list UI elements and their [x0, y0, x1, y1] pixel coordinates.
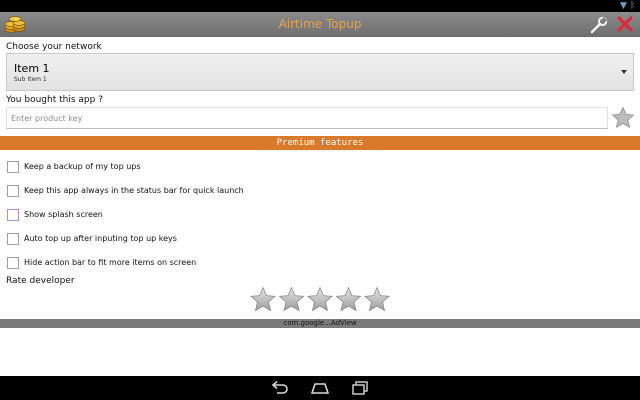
- option-label: Keep this app always in the status bar f…: [24, 186, 244, 195]
- back-icon[interactable]: [270, 379, 290, 397]
- network-selected-title: Item 1: [14, 62, 50, 75]
- option-backup[interactable]: Keep a backup of my top ups: [7, 161, 307, 175]
- home-icon[interactable]: [310, 379, 330, 397]
- rating-star-5[interactable]: [364, 287, 390, 311]
- ad-banner[interactable]: com.google...AdView: [0, 319, 640, 328]
- product-key-input[interactable]: [6, 107, 608, 129]
- bluetooth-icon: ᛒ: [630, 1, 636, 11]
- rate-developer-label: Rate developer: [6, 276, 75, 286]
- option-auto-topup[interactable]: Auto top up after inputing top up keys: [7, 233, 307, 247]
- checkbox[interactable]: [7, 185, 19, 197]
- option-splash[interactable]: Show splash screen: [7, 209, 307, 223]
- option-label: Hide action bar to fit more items on scr…: [24, 258, 197, 267]
- action-bar: Airtime Topup: [0, 12, 640, 37]
- close-icon[interactable]: [616, 15, 634, 33]
- premium-features-header: Premium features: [0, 136, 640, 150]
- rating-bar[interactable]: [249, 286, 391, 314]
- checkbox[interactable]: [7, 257, 19, 269]
- premium-features-title: Premium features: [276, 138, 364, 148]
- wifi-icon: ▼: [620, 1, 627, 11]
- option-label: Auto top up after inputing top up keys: [24, 234, 177, 243]
- checkbox[interactable]: [7, 233, 19, 245]
- option-hide-action-bar[interactable]: Hide action bar to fit more items on scr…: [7, 257, 307, 271]
- option-label: Keep a backup of my top ups: [24, 162, 141, 171]
- checkbox[interactable]: [7, 161, 19, 173]
- dropdown-arrow-icon: [621, 70, 627, 74]
- ad-text: com.google...AdView: [283, 319, 357, 327]
- product-key-label: You bought this app ?: [6, 95, 103, 105]
- app-title: Airtime Topup: [278, 17, 362, 31]
- rating-star-3[interactable]: [307, 287, 333, 311]
- rating-star-4[interactable]: [336, 287, 361, 311]
- network-spinner[interactable]: Item 1 Sub Item 1: [6, 53, 634, 91]
- checkbox[interactable]: [7, 209, 19, 221]
- star-icon[interactable]: [611, 106, 635, 130]
- option-label: Show splash screen: [24, 210, 103, 219]
- option-status-bar[interactable]: Keep this app always in the status bar f…: [7, 185, 307, 199]
- rating-star-1[interactable]: [250, 287, 276, 311]
- rating-star-2[interactable]: [279, 287, 304, 311]
- recents-icon[interactable]: [350, 379, 370, 397]
- network-label: Choose your network: [6, 42, 102, 52]
- status-bar: ▼ ᛒ: [0, 0, 640, 12]
- wrench-icon[interactable]: [590, 16, 608, 34]
- navigation-bar: [0, 376, 640, 400]
- network-selected-subtitle: Sub Item 1: [14, 76, 47, 83]
